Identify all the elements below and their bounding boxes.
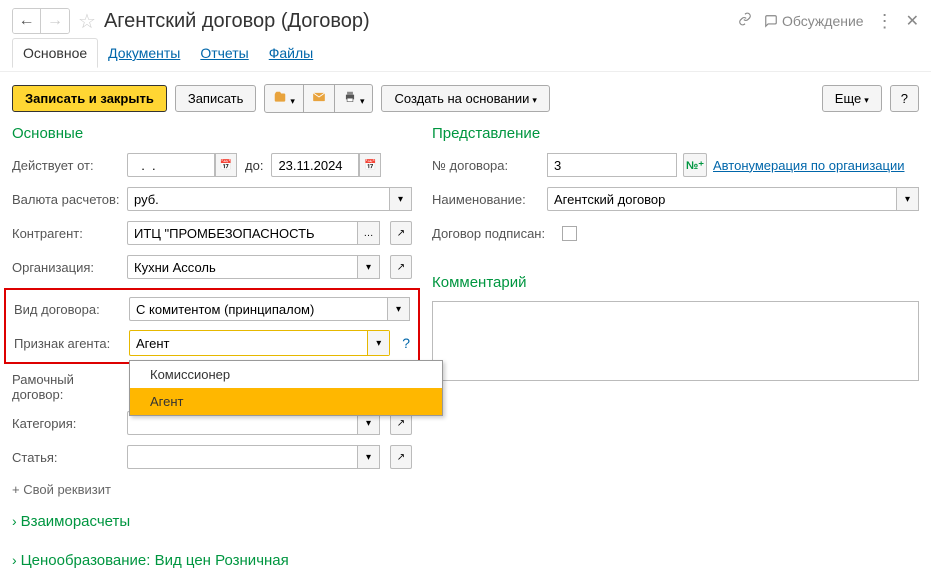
attach-group [264,84,373,113]
dropdown-icon[interactable]: ▾ [358,445,380,469]
nav-buttons: ← → [12,8,70,34]
tab-files[interactable]: Файлы [259,39,323,67]
valid-from-label: Действует от: [12,158,127,173]
dropdown-option-commissioner[interactable]: Комиссионер [130,361,442,388]
organization-input[interactable] [127,255,358,279]
toolbar: Записать и закрыть Записать Создать на о… [0,71,931,125]
organization-label: Организация: [12,260,127,275]
name-row: Наименование: ▾ [432,186,919,212]
calendar-icon[interactable]: 📅 [215,153,237,177]
dropdown-icon[interactable]: ▾ [358,255,380,279]
autonumber-link[interactable]: Автонумерация по организации [713,158,904,173]
open-icon[interactable]: ↗ [390,221,412,245]
agent-sign-row: Признак агента: ▾ ? [14,330,410,356]
dropdown-icon[interactable]: ▾ [367,331,389,355]
currency-label: Валюта расчетов: [12,192,127,207]
open-icon[interactable]: ↗ [390,445,412,469]
kebab-menu-icon[interactable]: ⋮ [876,11,894,32]
agent-sign-input[interactable] [130,331,367,355]
create-based-button[interactable]: Создать на основании [381,85,549,112]
counterparty-label: Контрагент: [12,226,127,241]
left-column: Основные Действует от: 📅 до: 📅 Валюта ра… [12,125,412,579]
name-input[interactable] [547,187,897,211]
tab-main[interactable]: Основное [12,38,98,68]
valid-to-label: до: [245,158,263,173]
signed-label: Договор подписан: [432,226,562,241]
section-comment-title: Комментарий [432,274,919,291]
save-close-button[interactable]: Записать и закрыть [12,85,167,112]
contract-no-input[interactable] [547,153,677,177]
section-pricing[interactable]: Ценообразование: Вид цен Розничная [12,552,412,569]
section-presentation-title: Представление [432,125,919,142]
currency-input[interactable] [127,187,390,211]
header: ← → ☆ Агентский договор (Договор) Обсужд… [0,0,931,38]
article-label: Статья: [12,450,127,465]
name-label: Наименование: [432,192,547,207]
contract-type-label: Вид договора: [14,302,129,317]
tab-reports[interactable]: Отчеты [190,39,258,67]
back-button[interactable]: ← [13,9,41,33]
mail-button[interactable] [304,84,335,113]
counterparty-input[interactable] [127,221,358,245]
save-button[interactable]: Записать [175,85,257,112]
print-button[interactable] [335,84,374,113]
tab-documents[interactable]: Документы [98,39,190,67]
valid-from-input[interactable] [127,153,215,177]
help-icon[interactable]: ? [402,335,410,351]
section-main-title: Основные [12,125,412,142]
help-button[interactable]: ? [890,85,919,112]
dropdown-icon[interactable]: ▾ [388,297,410,321]
valid-from-row: Действует от: 📅 до: 📅 [12,152,412,178]
page-title: Агентский договор (Договор) [104,10,738,33]
own-requisite-link[interactable]: + Свой реквизит [12,478,412,501]
comment-textarea[interactable] [432,301,919,381]
close-icon[interactable]: ✕ [906,11,919,31]
valid-to-input[interactable] [271,153,359,177]
contract-type-input[interactable] [129,297,388,321]
agent-dropdown-list: Комиссионер Агент [129,360,443,416]
open-icon[interactable]: ↗ [390,255,412,279]
contract-no-label: № договора: [432,158,547,173]
counterparty-row: Контрагент: … ↗ [12,220,412,246]
autonumber-button[interactable]: №⁺ [683,153,707,177]
agent-sign-label: Признак агента: [14,336,129,351]
attach-button[interactable] [264,84,304,113]
dropdown-icon[interactable]: ▾ [390,187,412,211]
discuss-label: Обсуждение [782,13,864,29]
signed-row: Договор подписан: [432,220,919,246]
contract-no-row: № договора: №⁺ Автонумерация по организа… [432,152,919,178]
select-icon[interactable]: … [358,221,380,245]
article-row: Статья: ▾ ↗ [12,444,412,470]
forward-button[interactable]: → [41,9,69,33]
frame-contract-label: Рамочный договор: [12,372,127,402]
section-settlements[interactable]: Взаиморасчеты [12,513,412,530]
more-button[interactable]: Еще [822,85,882,112]
favorite-icon[interactable]: ☆ [78,9,96,34]
discuss-link[interactable]: Обсуждение [764,13,864,29]
category-label: Категория: [12,416,127,431]
currency-row: Валюта расчетов: ▾ [12,186,412,212]
calendar-icon[interactable]: 📅 [359,153,381,177]
article-input[interactable] [127,445,358,469]
form-area: Основные Действует от: 📅 до: 📅 Валюта ра… [0,125,931,579]
link-icon[interactable] [738,12,752,31]
contract-type-row: Вид договора: ▾ [14,296,410,322]
organization-row: Организация: ▾ ↗ [12,254,412,280]
signed-checkbox[interactable] [562,226,577,241]
dropdown-icon[interactable]: ▾ [897,187,919,211]
highlighted-section: Вид договора: ▾ Признак агента: ▾ ? [4,288,420,364]
tabs: Основное Документы Отчеты Файлы [0,38,931,67]
dropdown-option-agent[interactable]: Агент [130,388,442,415]
right-column: Представление № договора: №⁺ Автонумерац… [432,125,919,579]
